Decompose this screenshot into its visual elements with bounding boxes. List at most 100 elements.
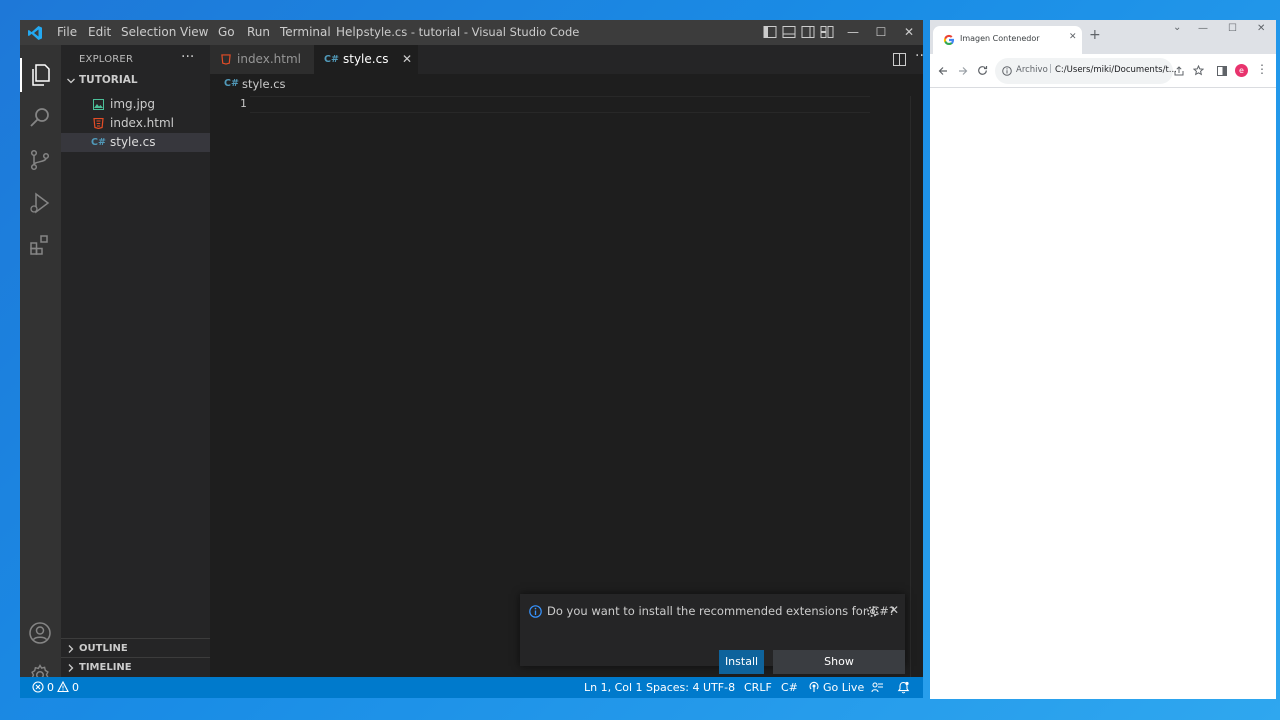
- vscode-logo-icon: [28, 26, 42, 40]
- explorer-title: EXPLORER: [79, 54, 134, 65]
- split-editor-icon[interactable]: [893, 53, 906, 66]
- notification-message: Do you want to install the recommended e…: [547, 604, 895, 618]
- folder-tutorial[interactable]: TUTORIAL: [61, 71, 210, 90]
- address-bar[interactable]: Archivo | C:/Users/miki/Documents/t...: [995, 58, 1177, 84]
- accounts-icon[interactable]: [28, 621, 52, 645]
- toggle-secondary-sidebar-icon[interactable]: [801, 25, 815, 39]
- notifications-bell-icon[interactable]: [897, 681, 910, 694]
- encoding[interactable]: UTF-8: [703, 677, 735, 698]
- folder-label: TUTORIAL: [79, 74, 138, 86]
- scrollbar[interactable]: [910, 96, 923, 677]
- file-index-html[interactable]: index.html: [61, 114, 210, 133]
- go-live-label: Go Live: [823, 681, 865, 694]
- tab-close-icon[interactable]: ✕: [1069, 32, 1077, 42]
- customize-layout-icon[interactable]: [820, 25, 834, 39]
- tab-close-icon[interactable]: ✕: [402, 45, 412, 74]
- menu-help[interactable]: Help: [336, 20, 363, 45]
- breadcrumb-file[interactable]: style.cs: [242, 77, 286, 91]
- tab-label: style.cs: [343, 52, 389, 66]
- error-icon: [32, 681, 44, 693]
- menu-file[interactable]: File: [57, 20, 77, 45]
- code-editor[interactable]: 1: [210, 96, 923, 677]
- toggle-panel-icon[interactable]: [782, 25, 796, 39]
- reload-icon[interactable]: [977, 65, 988, 76]
- share-icon[interactable]: [1174, 66, 1184, 76]
- show-recommendations-button[interactable]: Show Recommendations: [773, 650, 905, 692]
- title-bar: File Edit Selection View Go Run Terminal…: [20, 20, 923, 45]
- activity-bar: [20, 45, 61, 686]
- close-button[interactable]: ✕: [895, 20, 923, 45]
- minimize-button[interactable]: —: [839, 20, 867, 45]
- chevron-down-icon: [67, 78, 75, 84]
- tab-title: Imagen Contenedor: [960, 34, 1040, 43]
- source-control-icon[interactable]: [28, 148, 52, 172]
- timeline-label: TIMELINE: [79, 662, 132, 673]
- new-tab-button[interactable]: +: [1089, 27, 1101, 43]
- menu-view[interactable]: View: [180, 20, 208, 45]
- close-icon[interactable]: ✕: [889, 603, 899, 617]
- status-bar: 0 0 Ln 1, Col 1 Spaces: 4 UTF-8 CRLF C# …: [20, 677, 923, 698]
- error-count: 0: [47, 681, 54, 694]
- run-debug-icon[interactable]: [28, 191, 52, 215]
- close-button[interactable]: ✕: [1257, 23, 1265, 34]
- chrome-toolbar: Archivo | C:/Users/miki/Documents/t... e…: [930, 54, 1276, 88]
- active-indicator: [20, 58, 22, 92]
- chrome-tab-strip: Imagen Contenedor ✕ + ⌄ — ☐ ✕: [930, 20, 1276, 54]
- menu-edit[interactable]: Edit: [88, 20, 111, 45]
- explorer-more-button[interactable]: ···: [181, 49, 194, 65]
- chrome-menu-button[interactable]: ⋮: [1256, 62, 1268, 76]
- image-file-icon: [93, 99, 104, 110]
- bookmark-star-icon[interactable]: [1193, 65, 1204, 76]
- tab-index-html[interactable]: index.html: [210, 45, 314, 74]
- chevron-right-icon: [68, 645, 74, 653]
- minimize-button[interactable]: —: [1198, 23, 1208, 34]
- profile-avatar[interactable]: e: [1235, 64, 1248, 77]
- editor-tabs: index.html C# style.cs ✕ ···: [210, 45, 923, 74]
- browser-tab[interactable]: Imagen Contenedor ✕: [933, 26, 1082, 54]
- csharp-file-icon: C#: [324, 54, 339, 65]
- url-scheme-label: Archivo: [1016, 65, 1048, 75]
- file-img-jpg[interactable]: img.jpg: [61, 95, 210, 114]
- editor-more-button[interactable]: ···: [915, 48, 923, 64]
- tab-search-button[interactable]: ⌄: [1173, 22, 1181, 33]
- google-favicon-icon: [943, 34, 954, 46]
- current-line-highlight: [250, 96, 870, 113]
- csharp-file-icon: C#: [91, 137, 106, 148]
- timeline-section[interactable]: TIMELINE: [61, 658, 210, 677]
- menu-terminal[interactable]: Terminal: [280, 20, 331, 45]
- tab-style-cs[interactable]: C# style.cs ✕: [314, 45, 418, 74]
- info-icon[interactable]: [1002, 66, 1012, 76]
- maximize-button[interactable]: ☐: [867, 20, 895, 45]
- csharp-file-icon: C#: [224, 78, 239, 89]
- page-viewport[interactable]: [930, 88, 1276, 699]
- go-live-button[interactable]: Go Live: [808, 677, 864, 698]
- breadcrumb: C# style.cs: [210, 74, 923, 96]
- language-mode[interactable]: C#: [781, 677, 798, 698]
- cursor-position[interactable]: Ln 1, Col 1: [584, 677, 643, 698]
- back-arrow-icon[interactable]: [938, 66, 948, 76]
- toggle-primary-sidebar-icon[interactable]: [763, 25, 777, 39]
- install-button[interactable]: Install: [719, 650, 764, 674]
- indentation[interactable]: Spaces: 4: [646, 677, 699, 698]
- menu-run[interactable]: Run: [247, 20, 270, 45]
- outline-section[interactable]: OUTLINE: [61, 639, 210, 658]
- gear-icon[interactable]: [866, 605, 879, 618]
- maximize-button[interactable]: ☐: [1228, 23, 1237, 34]
- feedback-icon[interactable]: [871, 681, 884, 694]
- file-name: style.cs: [110, 135, 156, 149]
- explorer-icon[interactable]: [28, 63, 52, 87]
- info-icon: [529, 605, 542, 618]
- forward-arrow-icon[interactable]: [958, 66, 968, 76]
- menu-selection[interactable]: Selection: [121, 20, 176, 45]
- url-text[interactable]: C:/Users/miki/Documents/t...: [1055, 65, 1177, 75]
- file-style-cs[interactable]: C# style.cs: [61, 133, 210, 152]
- url-separator: |: [1049, 64, 1052, 74]
- line-number: 1: [240, 97, 247, 110]
- line-endings[interactable]: CRLF: [744, 677, 772, 698]
- search-icon[interactable]: [28, 105, 52, 129]
- side-panel-icon[interactable]: [1217, 66, 1227, 76]
- chrome-window: Imagen Contenedor ✕ + ⌄ — ☐ ✕ Archivo | …: [930, 20, 1276, 699]
- menu-go[interactable]: Go: [218, 20, 235, 45]
- extensions-icon[interactable]: [28, 233, 52, 257]
- html-file-icon: [93, 118, 104, 129]
